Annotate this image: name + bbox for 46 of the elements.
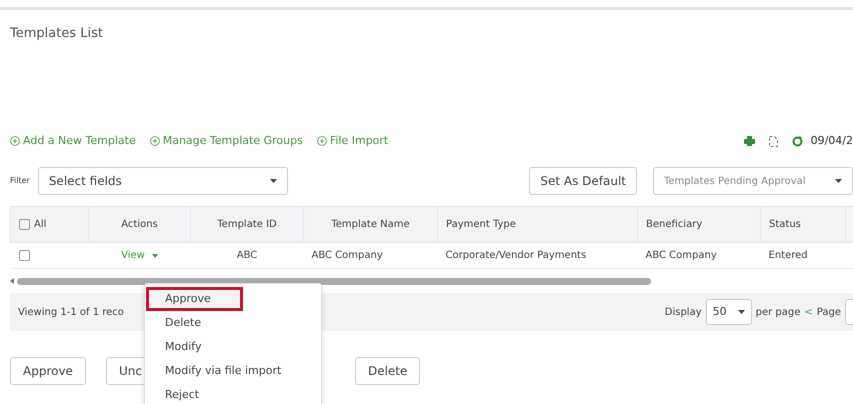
menu-item[interactable]: Delete [145,311,321,335]
field-select[interactable]: Select fields [38,167,288,195]
checkbox[interactable] [18,250,30,261]
caret-icon [152,254,158,258]
add-icon [316,136,327,146]
table-cell: Corporate/Vendor Payments [446,250,586,261]
table-cell: Entered [768,250,808,261]
link-button[interactable]: Manage Template Groups [150,132,303,150]
menu-item[interactable]: Approve [146,287,243,311]
page-label: Page [816,306,841,320]
table-cell: ABC Company [312,250,383,261]
document-icon[interactable] [768,136,778,146]
per-page-label: per page [756,306,800,320]
menu-item[interactable]: Modify [145,335,321,359]
column-header: Payment Type [446,219,516,230]
view-link[interactable]: View [121,248,158,263]
scrollbar-thumb[interactable] [17,278,651,284]
column-header: Beneficiary [646,219,702,230]
display-label: Display [664,306,702,320]
column-header: Template Name [331,219,410,230]
column-header: Actions [121,219,158,230]
refresh-icon[interactable] [792,136,803,146]
add-icon [10,136,20,146]
table-cell: ABC Company [646,250,717,261]
scroll-left-icon[interactable] [10,278,14,284]
action-button[interactable]: Delete [354,357,420,385]
viewing-text: Viewing 1-1 of 1 reco [18,306,124,320]
caret-icon [738,310,745,314]
per-page-select[interactable]: 50 [706,299,752,325]
caret-icon [835,179,842,183]
add-icon [150,136,160,146]
link-button[interactable]: File Import [316,132,388,150]
menu-item[interactable]: Reject [145,383,321,404]
column-header: Status [769,219,801,230]
action-button[interactable]: Approve [10,357,86,385]
date-text: 09/04/2 [810,132,853,149]
caret-icon [270,179,277,183]
filter-label: Filter [10,175,30,187]
set-default-button[interactable]: Set As Default [529,167,637,195]
column-header: Template ID [217,219,277,230]
table-cell: ABC [236,250,258,261]
page-title: Templates List [10,26,103,41]
checkbox[interactable] [19,218,30,230]
link-button[interactable]: Add a New Template [10,132,136,150]
view-select[interactable]: Templates Pending Approval [653,167,853,195]
column-header: All [34,219,46,230]
